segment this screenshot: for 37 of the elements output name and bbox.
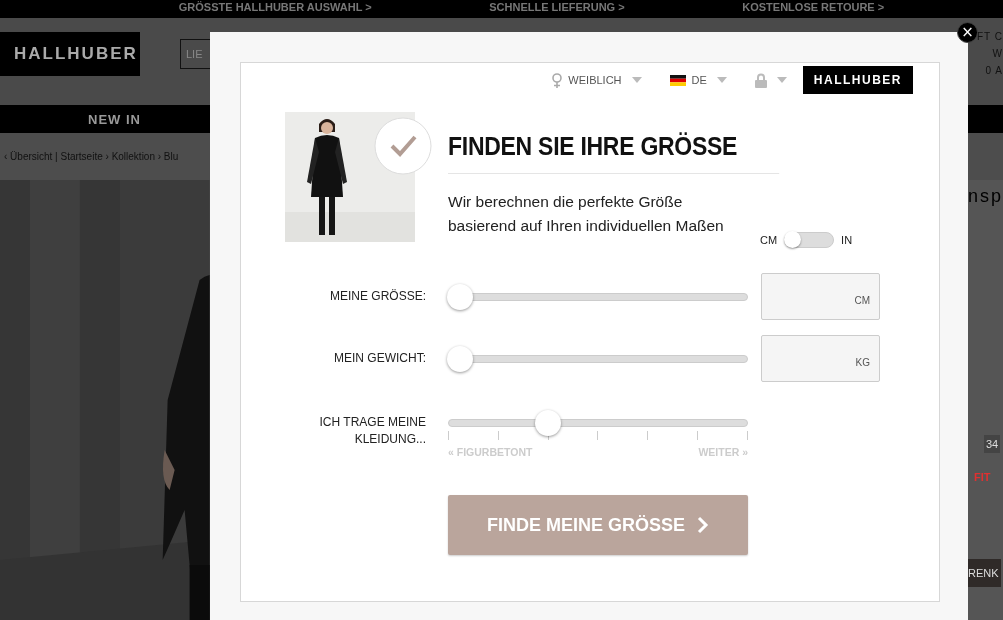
caret-icon xyxy=(716,77,727,83)
gender-dropdown[interactable]: WEIBLICH xyxy=(552,72,642,88)
unit-switch[interactable] xyxy=(784,232,835,248)
check-icon xyxy=(374,117,432,175)
input-field[interactable]: CM xyxy=(761,273,880,320)
size-field[interactable]: 34 xyxy=(983,435,1001,453)
unit-label: CM xyxy=(760,234,778,246)
slider-label: MEIN GEWICHT: xyxy=(334,350,426,367)
brand-logo[interactable]: HALLHUBER xyxy=(802,66,913,94)
language-dropdown[interactable]: DE xyxy=(669,74,727,86)
flag-icon xyxy=(669,74,686,86)
dialog-subtitle: Wir berechnen die perfekte Größe basierend auf Ihren individuellen Maßen xyxy=(448,192,725,236)
lock-icon xyxy=(754,72,767,88)
fit-label: FIT xyxy=(973,471,991,483)
slider-label: ICH TRAGE MEINE KLEIDUNG... xyxy=(318,414,426,448)
product-title: nsp xyxy=(967,186,1003,207)
nav-item[interactable]: NEW IN xyxy=(88,111,141,127)
slider[interactable] xyxy=(448,283,748,310)
dialog-title: FINDEN SIE IHRE GRÖSSE xyxy=(448,132,780,174)
breadcrumb: ‹ Übersicht | Startseite › Kollektion › Blu xyxy=(4,151,179,162)
female-icon xyxy=(552,72,563,88)
chevron-icon xyxy=(697,516,709,534)
logo[interactable]: HALLHUBER xyxy=(0,31,140,76)
caret-icon xyxy=(631,77,642,83)
slider-thumb[interactable] xyxy=(447,345,473,372)
input-field[interactable]: KG xyxy=(761,335,880,382)
slider[interactable] xyxy=(448,345,748,372)
caret-icon xyxy=(776,77,787,83)
unit-label: IN xyxy=(841,234,853,246)
slider[interactable] xyxy=(448,410,748,436)
promo-link[interactable]: KOSTENLOSE RETOURE > xyxy=(742,0,885,18)
promo-link[interactable]: GRÖSSTE HALLHUBER AUSWAHL > xyxy=(178,0,372,18)
slider-thumb[interactable] xyxy=(534,410,561,436)
promo-link[interactable]: SCHNELLE LIEFERUNG > xyxy=(489,0,625,18)
account-dropdown[interactable] xyxy=(754,72,787,88)
slider-label: MEINE GRÖSSE: xyxy=(329,288,426,305)
slider-thumb[interactable] xyxy=(447,283,473,310)
